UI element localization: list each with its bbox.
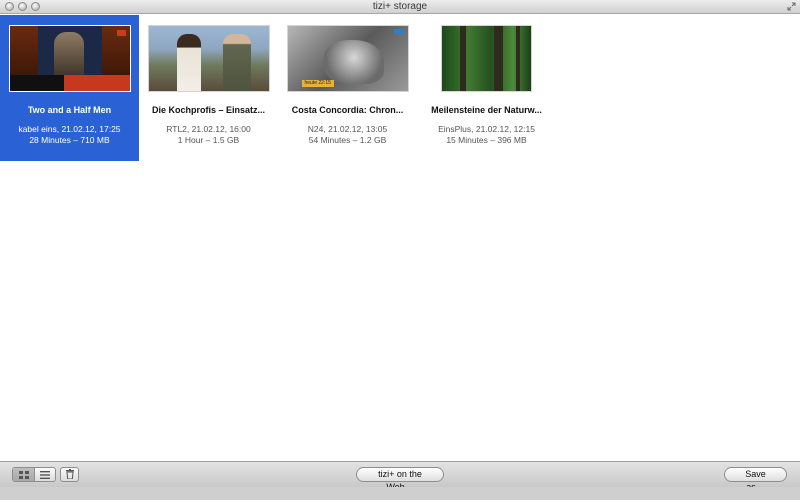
thumbnail-art <box>222 34 251 91</box>
recording-duration-size: 1 Hour – 1.5 GB <box>177 135 240 145</box>
recording-thumbnail: heute 22:15 <box>286 25 409 92</box>
recording-title: Meilensteine der Naturw... <box>431 105 542 115</box>
fullscreen-icon[interactable] <box>787 2 796 11</box>
channel-logo-icon <box>116 30 126 36</box>
list-view-icon[interactable] <box>34 468 55 481</box>
delete-button[interactable] <box>60 467 79 482</box>
recording-channel-time: EinsPlus, 21.02.12, 12:15 <box>438 124 535 134</box>
recording-title: Two and a Half Men <box>27 105 112 115</box>
recording-item[interactable]: Two and a Half Men kabel eins, 21.02.12,… <box>0 15 139 161</box>
thumbnail-art <box>9 26 38 76</box>
thumbnail-art <box>323 40 384 84</box>
grid-view-icon[interactable] <box>13 468 34 481</box>
save-as-button[interactable]: Save as… <box>724 467 787 492</box>
recording-item[interactable]: heute 22:15 Costa Concordia: Chron... N2… <box>278 15 417 161</box>
trash-icon <box>65 466 74 484</box>
recording-item[interactable]: Die Kochprofis – Einsatz... RTL2, 21.02.… <box>139 15 278 161</box>
recording-item[interactable]: Meilensteine der Naturw... EinsPlus, 21.… <box>417 15 556 161</box>
web-button[interactable]: tizi+ on the Web… <box>356 467 444 492</box>
channel-logo-icon <box>393 29 404 34</box>
recordings-grid: Two and a Half Men kabel eins, 21.02.12,… <box>0 15 800 461</box>
recording-duration-size: 28 Minutes – 710 MB <box>29 135 110 145</box>
thumbnail-art <box>516 26 520 91</box>
thumbnail-overlay-label: heute 22:15 <box>301 80 334 87</box>
thumbnail-art <box>176 34 201 91</box>
window-title: tizi+ storage <box>372 1 428 12</box>
app-window: tizi+ storage Two and a Half Men kabel e… <box>0 0 800 500</box>
thumbnail-art <box>460 26 466 91</box>
thumbnail-art <box>53 32 84 76</box>
window-bottom-edge <box>0 487 800 500</box>
recording-channel-time: N24, 21.02.12, 13:05 <box>307 124 388 134</box>
recording-thumbnail <box>8 25 131 92</box>
recording-title: Costa Concordia: Chron... <box>291 105 404 115</box>
recording-thumbnail <box>441 25 532 92</box>
recording-channel-time: RTL2, 21.02.12, 16:00 <box>166 124 251 134</box>
recording-channel-time: kabel eins, 21.02.12, 17:25 <box>18 124 121 134</box>
view-mode-switcher <box>12 467 56 482</box>
recording-thumbnail <box>147 25 270 92</box>
thumbnail-art <box>63 75 130 91</box>
thumbnail-art <box>494 26 503 91</box>
recording-duration-size: 54 Minutes – 1.2 GB <box>308 135 387 145</box>
title-bar: tizi+ storage <box>0 0 800 14</box>
bottom-toolbar: tizi+ on the Web… Save as… <box>0 461 800 492</box>
recording-title: Die Kochprofis – Einsatz... <box>151 105 266 115</box>
recording-duration-size: 15 Minutes – 396 MB <box>446 135 527 145</box>
